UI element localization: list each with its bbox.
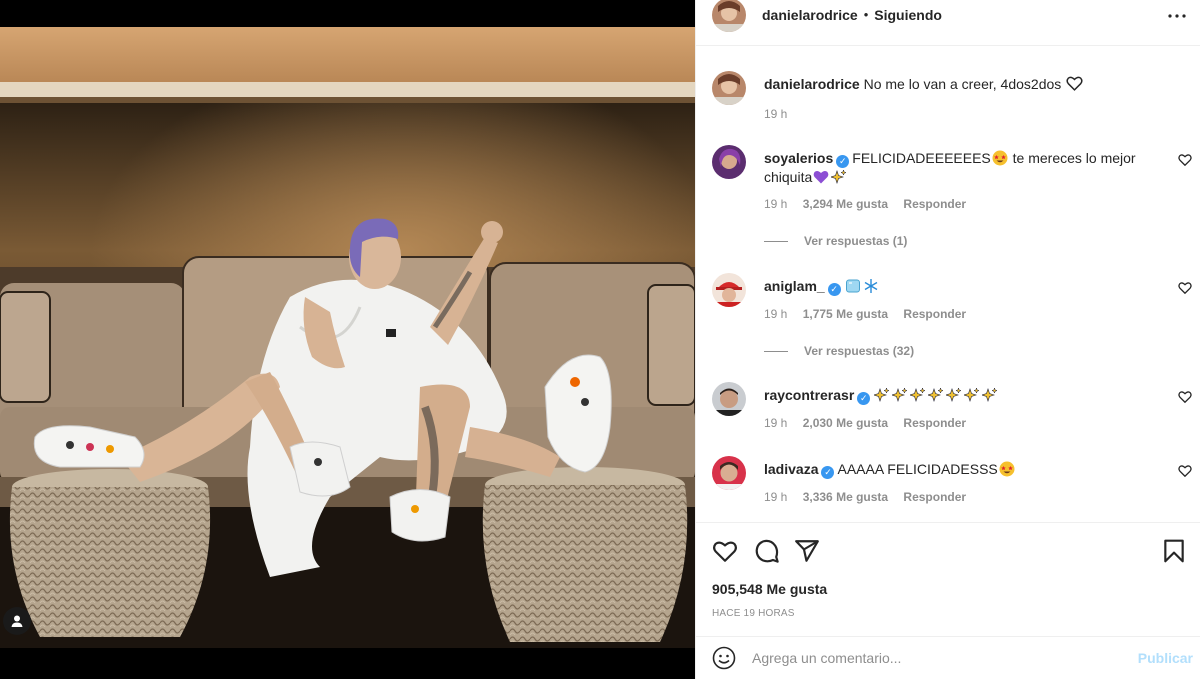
post-media	[0, 0, 695, 679]
caption-username[interactable]: danielarodrice	[764, 76, 860, 92]
commenter-avatar[interactable]	[712, 145, 746, 179]
view-replies-button[interactable]: Ver respuestas (1)	[764, 234, 907, 248]
comment-meta: 19 h 3,294 Me gusta Responder	[764, 197, 978, 211]
sparkles-emoji-icon	[910, 387, 927, 402]
like-comment-heart-icon[interactable]	[1178, 390, 1192, 404]
comment-text: raycontrerasr ✓	[764, 386, 1169, 405]
sparkles-emoji-icon	[892, 387, 909, 402]
instagram-post: danielarodrice • Siguiendo danielarodric…	[0, 0, 1200, 679]
heart-icon[interactable]	[712, 538, 738, 564]
comment-time[interactable]: 19 h	[764, 490, 787, 504]
comment-time[interactable]: 19 h	[764, 307, 787, 321]
publish-button[interactable]: Publicar	[1138, 650, 1193, 666]
post-actions: 905,548 Me gusta HACE 19 HORAS	[696, 522, 1200, 636]
comment-time[interactable]: 19 h	[764, 197, 787, 211]
author-avatar[interactable]	[712, 0, 746, 32]
comment-meta: 19 h 3,336 Me gusta Responder	[764, 490, 978, 504]
sparkles-emoji-icon	[982, 387, 999, 402]
view-replies-label: Ver respuestas (1)	[804, 234, 908, 248]
reply-button[interactable]: Responder	[903, 416, 966, 430]
caption-body: No me lo van a creer, 4dos2dos	[863, 76, 1062, 92]
purple-heart-emoji-icon	[813, 171, 829, 184]
author-avatar[interactable]	[712, 71, 746, 105]
comments-list[interactable]: danielarodrice No me lo van a creer, 4do…	[696, 47, 1200, 521]
sparkles-emoji-icon	[831, 169, 848, 184]
emoji-icon[interactable]	[712, 646, 736, 670]
comment-item: aniglam_ ✓ 19 h 1,775 Me gusta Responder …	[712, 273, 1192, 373]
comment-time[interactable]: 19 h	[764, 416, 787, 430]
reply-button[interactable]: Responder	[903, 307, 966, 321]
user-tag-icon	[11, 615, 23, 627]
view-replies-label: Ver respuestas (32)	[804, 344, 915, 358]
user-tag-button[interactable]	[3, 607, 31, 635]
like-comment-heart-icon[interactable]	[1178, 153, 1192, 167]
replies-divider	[764, 240, 788, 242]
comment-icon[interactable]	[754, 538, 780, 564]
ice-cube-emoji-icon	[845, 279, 860, 293]
following-button[interactable]: Siguiendo	[874, 7, 942, 23]
commenter-username[interactable]: ladivaza	[764, 461, 818, 477]
sparkles-emoji-icon	[946, 387, 963, 402]
verified-badge-icon: ✓	[821, 466, 835, 479]
comment-text: ladivaza ✓ AAAAA FELICIDADESSS	[764, 460, 1169, 479]
star-eyes-emoji-icon	[992, 150, 1008, 166]
comment-likes[interactable]: 3,336 Me gusta	[803, 490, 888, 504]
author-username[interactable]: danielarodrice	[762, 7, 858, 23]
sparkles-emoji-icon	[928, 387, 945, 402]
bookmark-icon[interactable]	[1161, 538, 1187, 564]
caption-time[interactable]: 19 h	[764, 107, 787, 121]
comment-likes[interactable]: 2,030 Me gusta	[803, 416, 888, 430]
like-comment-heart-icon[interactable]	[1178, 281, 1192, 295]
reply-button[interactable]: Responder	[903, 197, 966, 211]
sparkles-emoji-icon	[874, 387, 891, 402]
comment-meta: 19 h 2,030 Me gusta Responder	[764, 416, 978, 430]
comment-item: ladivaza ✓ AAAAA FELICIDADESSS 19 h 3,336 …	[712, 456, 1192, 516]
commenter-username[interactable]: aniglam_	[764, 278, 825, 294]
post-header: danielarodrice • Siguiendo	[696, 0, 1200, 46]
comment-item: soyalerios ✓ FELICIDADEEEEEES te mereces l…	[712, 145, 1192, 255]
verified-badge-icon: ✓	[836, 155, 850, 168]
add-comment-bar: Publicar	[696, 636, 1200, 679]
comment-text-part: AAAAA FELICIDADESSS	[837, 461, 998, 477]
commenter-avatar[interactable]	[712, 382, 746, 416]
view-replies-button[interactable]: Ver respuestas (32)	[764, 344, 914, 358]
sparkles-emoji-icon	[964, 387, 981, 402]
comment-text: aniglam_ ✓	[764, 277, 1169, 296]
separator-dot: •	[863, 7, 869, 22]
post-photo	[0, 27, 695, 648]
comment-text-part: FELICIDADEEEEEES	[852, 150, 991, 166]
star-eyes-emoji-icon	[999, 461, 1015, 477]
caption-text: danielarodrice No me lo van a creer, 4do…	[764, 75, 1169, 94]
post-timestamp[interactable]: HACE 19 HORAS	[712, 608, 795, 619]
heart-outline-icon	[1066, 76, 1083, 91]
more-options-icon[interactable]	[1165, 4, 1189, 28]
replies-divider	[764, 350, 788, 352]
comment-likes[interactable]: 1,775 Me gusta	[803, 307, 888, 321]
commenter-username[interactable]: raycontrerasr	[764, 387, 854, 403]
likes-count[interactable]: 905,548 Me gusta	[712, 581, 827, 597]
share-icon[interactable]	[794, 538, 820, 564]
verified-badge-icon: ✓	[857, 392, 871, 405]
comment-meta: 19 h 1,775 Me gusta Responder	[764, 307, 978, 321]
reply-button[interactable]: Responder	[903, 490, 966, 504]
like-comment-heart-icon[interactable]	[1178, 464, 1192, 478]
commenter-avatar[interactable]	[712, 456, 746, 490]
verified-badge-icon: ✓	[827, 283, 841, 296]
comment-text: soyalerios ✓ FELICIDADEEEEEES te mereces l…	[764, 149, 1169, 187]
post-caption: danielarodrice No me lo van a creer, 4do…	[712, 71, 1192, 131]
comment-likes[interactable]: 3,294 Me gusta	[803, 197, 888, 211]
commenter-username[interactable]: soyalerios	[764, 150, 833, 166]
comment-input[interactable]	[752, 650, 1122, 666]
comment-item: raycontrerasr ✓ 19 h 2,030 Me gusta Respo…	[712, 382, 1192, 442]
post-side-panel: danielarodrice • Siguiendo danielarodric…	[695, 0, 1200, 679]
caption-meta: 19 h	[764, 107, 799, 121]
commenter-avatar[interactable]	[712, 273, 746, 307]
snowflake-emoji-icon	[864, 279, 878, 293]
